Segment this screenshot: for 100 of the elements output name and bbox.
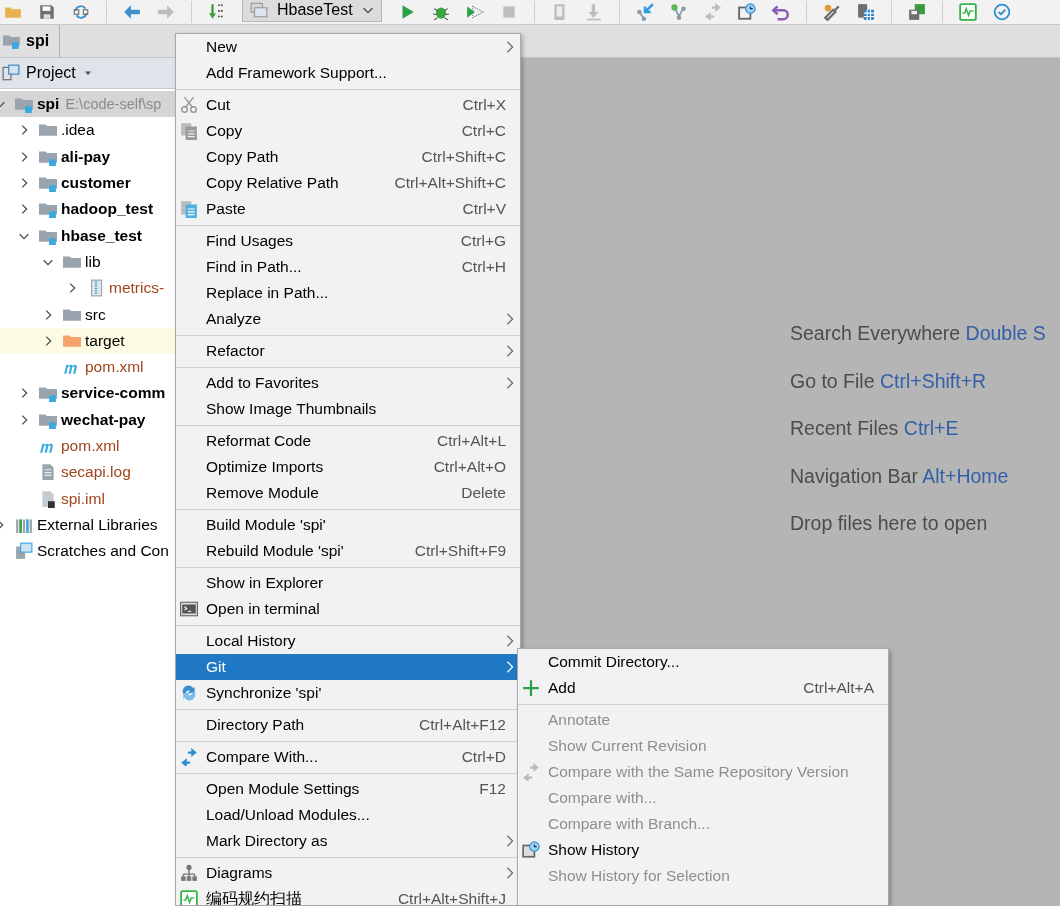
download-arrow-icon[interactable] xyxy=(208,3,226,21)
menu-item[interactable]: Copy Ctrl+C xyxy=(176,118,520,144)
menu-item[interactable]: Show in Explorer xyxy=(176,570,520,596)
shortcut-text: Double S xyxy=(965,322,1046,344)
tree-row[interactable]: Scratches and Con xyxy=(0,538,175,565)
check-circle-icon[interactable] xyxy=(992,3,1011,21)
tree-row[interactable]: metrics- xyxy=(0,275,175,302)
menu-item[interactable]: Synchronize 'spi' xyxy=(176,680,520,706)
text-file-icon xyxy=(39,463,57,482)
tree-item-label: ali-pay xyxy=(61,147,111,166)
tree-row[interactable]: lib xyxy=(0,248,175,276)
tree-row[interactable]: ali-pay xyxy=(0,143,175,170)
menu-item[interactable]: Diagrams xyxy=(176,860,520,886)
menu-item[interactable]: Copy Path Ctrl+Shift+C xyxy=(176,144,520,170)
shortcut-text: Ctrl+D xyxy=(461,748,506,766)
tree-row[interactable]: target xyxy=(0,327,175,354)
menu-item[interactable]: Load/Unload Modules... xyxy=(176,802,520,828)
hierarchy-icon xyxy=(180,864,198,882)
menu-item[interactable]: Commit Directory... xyxy=(518,649,888,675)
undo-icon[interactable] xyxy=(771,3,790,21)
menu-item[interactable]: Replace in Path... xyxy=(176,280,520,306)
floppy-chip-icon[interactable] xyxy=(907,3,926,21)
branch-icon[interactable] xyxy=(669,3,688,21)
tree-row[interactable]: customer xyxy=(0,169,175,197)
tree-item-label: lib xyxy=(85,252,101,271)
wrench-icon[interactable] xyxy=(822,3,841,21)
play-grid-icon[interactable] xyxy=(465,3,484,21)
tree-item-label: spi.iml xyxy=(61,489,105,508)
grid-icon[interactable] xyxy=(856,3,875,21)
tree-item-label: Scratches and Con xyxy=(37,542,169,561)
menu-item[interactable]: Remove Module Delete xyxy=(176,480,520,506)
menu-item[interactable]: Add Framework Support... xyxy=(176,60,520,86)
tree-row[interactable]: wechat-pay xyxy=(0,406,175,433)
tree-item-label: wechat-pay xyxy=(61,410,146,429)
panel-title[interactable]: Project xyxy=(26,64,76,82)
menu-item[interactable]: Git xyxy=(176,654,520,680)
run-config-dropdown[interactable]: HbaseTest xyxy=(242,0,382,22)
menu-item[interactable]: Refactor xyxy=(176,338,520,364)
tree-row[interactable]: External Libraries xyxy=(0,511,175,539)
menu-item[interactable]: Paste Ctrl+V xyxy=(176,196,520,222)
shortcut-text: Ctrl+Alt+Shift+J xyxy=(397,890,506,905)
menu-item[interactable]: Rebuild Module 'spi' Ctrl+Shift+F9 xyxy=(176,538,520,564)
shortcut-text: Ctrl+Shift+R xyxy=(879,369,987,392)
tree-item-label: pom.xml xyxy=(61,437,120,455)
shortcut-text: Ctrl+Shift+F9 xyxy=(414,542,506,560)
menu-item[interactable]: Copy Relative Path Ctrl+Alt+Shift+C xyxy=(176,170,520,196)
menu-item[interactable]: 编码规约扫描 Ctrl+Alt+Shift+J xyxy=(176,886,520,905)
tip-text: Navigation Bar xyxy=(790,464,918,487)
menu-item[interactable]: Find Usages Ctrl+G xyxy=(176,228,520,254)
tree-row[interactable]: spi E:\code-self\sp xyxy=(0,91,175,118)
menu-item[interactable]: Find in Path... Ctrl+H xyxy=(176,254,520,280)
menu-item[interactable]: Reformat Code Ctrl+Alt+L xyxy=(176,428,520,454)
module-folder-icon xyxy=(2,32,22,50)
shortcut-text: Ctrl+Alt+Shift+C xyxy=(394,174,506,192)
menu-item[interactable]: New xyxy=(176,34,520,60)
copy-icon xyxy=(180,122,198,140)
tree-row[interactable]: pom.xml xyxy=(0,353,175,381)
tree-row[interactable]: hbase_test xyxy=(0,222,175,249)
menu-item[interactable]: Build Module 'spi' xyxy=(176,512,520,538)
menu-item[interactable]: Add Ctrl+Alt+A xyxy=(518,675,888,701)
pulse-monitor-icon[interactable] xyxy=(958,3,977,21)
tip-text: Search Everywhere xyxy=(790,322,961,344)
shortcut-text: Ctrl+Alt+F12 xyxy=(419,716,506,734)
sync-icon xyxy=(180,684,198,702)
menu-item[interactable]: Open Module Settings F12 xyxy=(176,776,520,802)
shortcut-text: Ctrl+C xyxy=(461,122,506,140)
menu-item[interactable]: Show History xyxy=(518,837,888,863)
save-icon[interactable] xyxy=(38,3,56,21)
menu-item[interactable]: Optimize Imports Ctrl+Alt+O xyxy=(176,454,520,480)
tree-row[interactable]: .idea xyxy=(0,117,175,144)
branch-arrow-icon[interactable] xyxy=(635,3,654,21)
shortcut-text: Ctrl+V xyxy=(462,200,506,218)
menu-item[interactable]: Local History xyxy=(176,628,520,654)
menu-item[interactable]: Compare With... Ctrl+D xyxy=(176,744,520,770)
tree-row[interactable]: pom.xml xyxy=(0,432,175,460)
path-text: E:\code-self\sp xyxy=(65,96,162,113)
module-folder-icon xyxy=(15,95,33,114)
tree-row[interactable]: spi.iml xyxy=(0,485,175,512)
menu-item[interactable]: Add to Favorites xyxy=(176,370,520,396)
tree-item-label: target xyxy=(85,331,125,350)
sync-icon[interactable] xyxy=(72,3,90,21)
scratches-icon xyxy=(15,542,33,561)
module-folder-icon xyxy=(39,200,57,219)
clock-window-icon[interactable] xyxy=(737,3,756,21)
menu-item[interactable]: Analyze xyxy=(176,306,520,332)
menu-item[interactable]: Cut Ctrl+X xyxy=(176,92,520,118)
menu-item[interactable]: Open in terminal xyxy=(176,596,520,622)
tree-item-label: hadoop_test xyxy=(61,200,154,219)
tree-item-label: secapi.log xyxy=(61,463,131,482)
tree-row[interactable]: src xyxy=(0,301,175,328)
tree-row[interactable]: secapi.log xyxy=(0,459,175,486)
menu-item[interactable]: Show Image Thumbnails xyxy=(176,396,520,422)
tree-row[interactable]: hadoop_test xyxy=(0,196,175,223)
menu-item[interactable]: Mark Directory as xyxy=(176,828,520,854)
tree-row[interactable]: service-comm xyxy=(0,380,175,407)
breadcrumb-item[interactable]: spi xyxy=(0,25,61,57)
back-arrow-icon[interactable] xyxy=(123,3,141,21)
menu-item[interactable]: Directory Path Ctrl+Alt+F12 xyxy=(176,712,520,738)
tip-text: Recent Files xyxy=(790,417,899,439)
tree-item-label: spi xyxy=(37,95,60,114)
